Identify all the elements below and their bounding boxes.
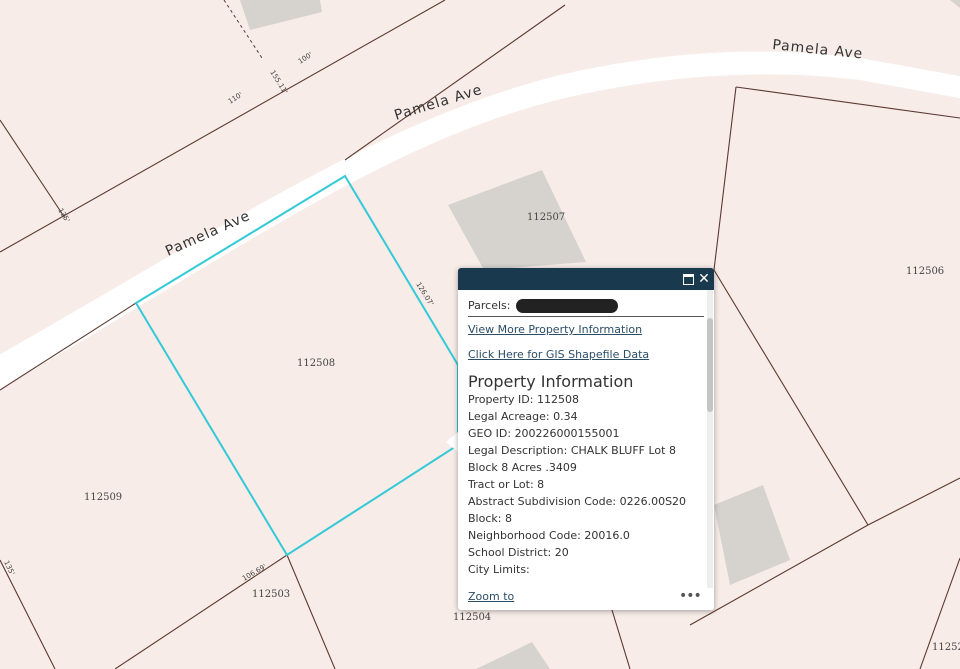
more-options-icon[interactable]: ••• [679, 588, 702, 604]
attribute-list: Property ID: 112508 Legal Acreage: 0.34 … [468, 391, 704, 578]
gis-shapefile-link[interactable]: Click Here for GIS Shapefile Data [468, 348, 704, 361]
popup-title: Parcels: [468, 296, 704, 317]
parcel-id-label: 112508 [297, 358, 335, 369]
view-more-info-link[interactable]: View More Property Information [468, 323, 704, 336]
parcel-id-label: 112504 [453, 612, 491, 623]
parcel-id-label: 112507 [527, 212, 565, 223]
parcel-id-label: 112509 [84, 492, 122, 503]
close-icon[interactable]: ✕ [696, 270, 712, 288]
popup-pointer [446, 432, 458, 452]
attribute-row: Tract or Lot: 8 [468, 478, 545, 491]
popup-header: ✕ [458, 268, 714, 290]
attribute-row: Block: 8 [468, 512, 512, 525]
parcel-id-label: 11252 [932, 642, 960, 653]
attribute-row: School District: 20 [468, 546, 569, 559]
attribute-row: City Limits: [468, 563, 530, 576]
parcel-id-label: 112506 [906, 266, 944, 277]
attribute-row: Abstract Subdivision Code: 0226.00S20 [468, 495, 687, 508]
attribute-row: Property ID: 112508 [468, 393, 579, 406]
parcels-label: Parcels: [468, 299, 511, 312]
attribute-row: Legal Acreage: 0.34 [468, 410, 578, 423]
popup-scrollbar-thumb[interactable] [707, 318, 713, 412]
zoom-to-link[interactable]: Zoom to [468, 590, 514, 603]
maximize-icon[interactable] [680, 270, 696, 288]
property-popup: ✕ Parcels: View More Property Informatio… [458, 268, 714, 610]
attribute-row: Neighborhood Code: 20016.0 [468, 529, 630, 542]
parcel-id-label: 112503 [252, 589, 290, 600]
attribute-row: GEO ID: 200226000155001 [468, 427, 620, 440]
redacted-parcel-value [516, 299, 619, 313]
attribute-row: Legal Description: CHALK BLUFF Lot 8 Blo… [468, 444, 676, 474]
popup-body: Parcels: View More Property Information … [468, 296, 704, 578]
section-heading: Property Information [468, 372, 634, 391]
